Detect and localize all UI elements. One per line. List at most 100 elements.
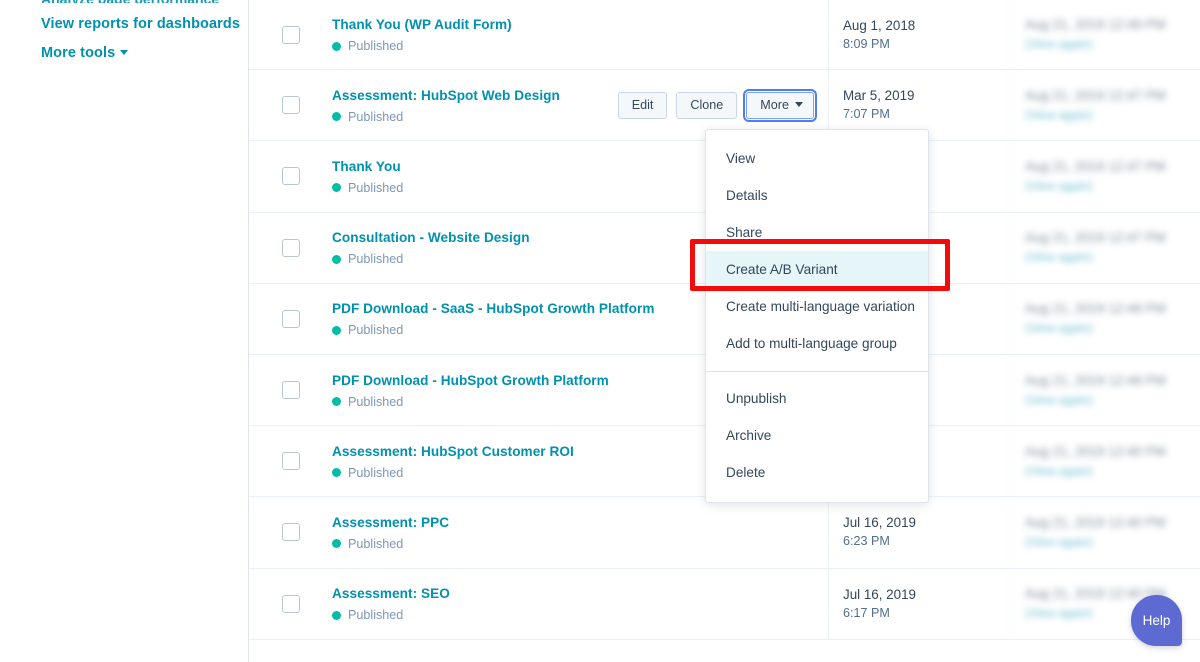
row-checkbox-cell (249, 25, 332, 44)
row-updated-cell: Aug 21, 2019 12:40 PM (View again) (1010, 426, 1200, 497)
help-button[interactable]: Help (1131, 595, 1182, 646)
menu-item-unpublish[interactable]: Unpublish (706, 380, 928, 417)
row-checkbox[interactable] (281, 96, 300, 115)
row-updated-cell: Aug 21, 2019 12:40 PM (View again) (1010, 497, 1200, 568)
row-updated-link[interactable]: (View again) (1025, 36, 1200, 53)
more-button[interactable]: More (743, 88, 817, 122)
help-button-label: Help (1142, 613, 1171, 628)
status-badge: Published (332, 110, 610, 124)
row-updated-cell: Aug 21, 2019 12:47 PM (View again) (1010, 212, 1200, 283)
status-label: Published (348, 180, 404, 195)
status-label: Published (348, 323, 404, 338)
status-dot-icon (332, 112, 341, 122)
row-checkbox-cell (249, 238, 332, 257)
row-date-cell: Jul 16, 2019 6:17 PM (828, 568, 1010, 639)
row-updated-date: Aug 21, 2019 12:46 PM (1025, 301, 1166, 317)
page-root: Analyze page performance View reports fo… (0, 0, 1200, 662)
row-checkbox[interactable] (281, 381, 300, 400)
status-badge: Published (332, 608, 820, 622)
menu-item-view[interactable]: View (706, 140, 928, 177)
status-badge: Published (332, 537, 820, 551)
sidebar-link-more-tools[interactable]: More tools (41, 45, 129, 61)
row-updated-date: Aug 21, 2019 12:47 PM (1025, 87, 1166, 103)
status-label: Published (348, 608, 404, 623)
left-sidebar: Analyze page performance View reports fo… (0, 0, 249, 662)
row-time: 6:23 PM (843, 534, 890, 549)
row-updated-date: Aug 21, 2019 12:47 PM (1025, 158, 1166, 174)
status-label: Published (348, 394, 404, 409)
row-checkbox[interactable] (281, 309, 300, 328)
sidebar-clipped-heading: Analyze page performance (41, 0, 219, 3)
row-checkbox[interactable] (281, 238, 300, 257)
row-date-cell: Jul 16, 2019 6:23 PM (828, 497, 1010, 568)
row-checkbox[interactable] (281, 452, 300, 471)
menu-item-add-to-multi-language-group[interactable]: Add to multi-language group (706, 325, 928, 362)
row-checkbox[interactable] (281, 594, 300, 613)
row-updated-date: Aug 21, 2019 12:40 PM (1025, 514, 1166, 530)
status-dot-icon (332, 397, 341, 407)
status-label: Published (348, 536, 404, 551)
menu-item-delete[interactable]: Delete (706, 454, 928, 491)
row-updated-link[interactable]: (View again) (1025, 463, 1200, 480)
more-actions-dropdown[interactable]: View Details Share Create A/B Variant Create… (705, 129, 929, 503)
sidebar-link-view-reports[interactable]: View reports for dashboards (41, 16, 240, 32)
row-date: Jul 16, 2019 (843, 586, 916, 602)
menu-item-share[interactable]: Share (706, 214, 928, 251)
row-name-cell: Assessment: PPC Published (332, 514, 828, 551)
row-updated-link[interactable]: (View again) (1025, 178, 1200, 195)
status-label: Published (348, 109, 404, 124)
status-dot-icon (332, 325, 341, 335)
row-checkbox[interactable] (281, 523, 300, 542)
row-updated-date: Aug 21, 2019 12:40 PM (1025, 586, 1166, 602)
status-label: Published (348, 465, 404, 480)
row-date: Aug 1, 2018 (843, 17, 916, 33)
row-updated-cell: Aug 21, 2019 12:46 PM (View again) (1010, 283, 1200, 354)
status-label: Published (348, 252, 404, 267)
row-updated-date: Aug 21, 2019 12:46 PM (1025, 372, 1166, 388)
menu-item-create-multi-language-variation[interactable]: Create multi-language variation (706, 288, 928, 325)
table-row[interactable]: Assessment: PPC Published Jul 16, 2019 6:23… (249, 497, 1200, 569)
row-checkbox[interactable] (281, 167, 300, 186)
more-button-label: More (760, 97, 789, 112)
row-checkbox[interactable] (281, 25, 300, 44)
row-date-cell: Aug 1, 2018 8:09 PM (828, 0, 1010, 70)
row-checkbox-cell (249, 309, 332, 328)
row-date: Mar 5, 2019 (843, 88, 915, 104)
status-dot-icon (332, 610, 341, 620)
row-updated-link[interactable]: (View again) (1025, 249, 1200, 266)
row-checkbox-cell (249, 523, 332, 542)
page-title-link[interactable]: Assessment: HubSpot Web Design (332, 87, 610, 105)
row-updated-link[interactable]: (View again) (1025, 534, 1200, 551)
clone-button[interactable]: Clone (676, 91, 738, 119)
menu-item-details[interactable]: Details (706, 177, 928, 214)
table-row[interactable]: Assessment: SEO Published Jul 16, 2019 6:17… (249, 568, 1200, 640)
row-updated-cell: Aug 21, 2019 12:47 PM (View again) (1010, 70, 1200, 141)
page-title-link[interactable]: Thank You (WP Audit Form) (332, 16, 820, 34)
row-name-cell: Assessment: SEO Published (332, 585, 828, 622)
row-name-cell: Assessment: HubSpot Web Design Published (332, 87, 618, 124)
row-updated-link[interactable]: (View again) (1025, 392, 1200, 409)
page-title-link[interactable]: Assessment: SEO (332, 585, 820, 603)
page-title-link[interactable]: Assessment: PPC (332, 514, 820, 532)
menu-divider (706, 371, 928, 372)
status-badge: Published (332, 39, 820, 53)
row-checkbox-cell (249, 96, 332, 115)
edit-button[interactable]: Edit (617, 91, 668, 119)
row-updated-link[interactable]: (View again) (1025, 107, 1200, 124)
status-dot-icon (332, 539, 341, 549)
row-time: 8:09 PM (843, 36, 890, 51)
row-checkbox-cell (249, 452, 332, 471)
row-checkbox-cell (249, 594, 332, 613)
menu-item-create-a-b-variant[interactable]: Create A/B Variant (706, 251, 928, 288)
status-dot-icon (332, 41, 341, 51)
status-dot-icon (332, 183, 341, 193)
row-updated-cell: Aug 21, 2019 12:47 PM (View again) (1010, 141, 1200, 212)
row-updated-cell: Aug 21, 2019 12:49 PM (View again) (1010, 0, 1200, 70)
row-updated-link[interactable]: (View again) (1025, 320, 1200, 337)
chevron-down-icon (120, 49, 129, 55)
row-name-cell: Thank You (WP Audit Form) Published (332, 16, 828, 53)
menu-item-archive[interactable]: Archive (706, 417, 928, 454)
row-actions: Edit Clone More (617, 88, 828, 122)
chevron-down-icon (795, 102, 803, 108)
table-row[interactable]: Thank You (WP Audit Form) Published Aug 1,… (249, 0, 1200, 71)
